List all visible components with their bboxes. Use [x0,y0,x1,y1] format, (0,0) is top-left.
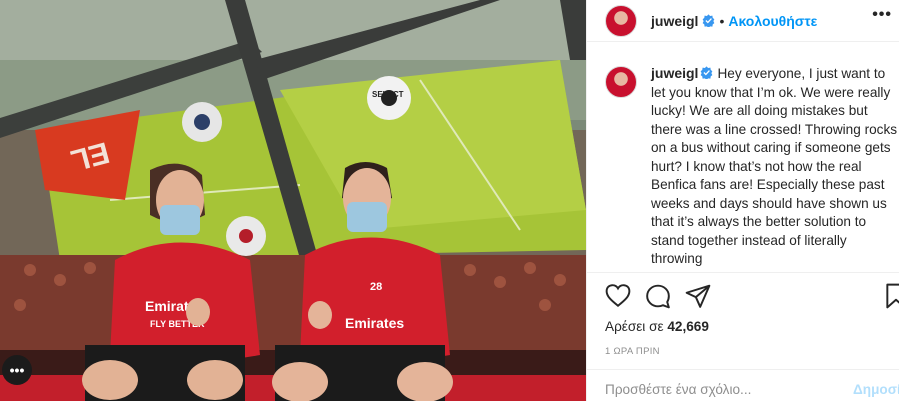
divider [587,272,899,273]
more-dots-icon: ••• [9,362,25,378]
header-separator: • [719,12,725,29]
verified-badge-icon [701,66,713,79]
football-1 [182,102,222,142]
heart-icon[interactable] [605,283,631,309]
verified-badge-icon [703,14,715,27]
divider [587,369,899,370]
post-timestamp[interactable]: 1 ΩΡΑ ΠΡΙΝ [605,346,660,357]
photo-illustration: EL SELECT Emirates FLY BETTER Emirates 2… [0,0,586,401]
ball-text: SELECT [372,90,404,99]
football-2: SELECT [367,76,411,120]
photo-more-button[interactable]: ••• [2,355,32,385]
bookmark-icon[interactable] [885,283,899,309]
follow-button[interactable]: Ακολουθήστε [728,13,817,29]
post-photo[interactable]: EL SELECT Emirates FLY BETTER Emirates 2… [0,0,586,401]
likes-prefix: Αρέσει σε [605,319,668,334]
likes-count[interactable]: Αρέσει σε 42,669 [605,319,709,334]
caption-avatar[interactable] [605,66,637,98]
sponsor-right: Emirates [345,315,404,331]
caption: juweigl Hey everyone, I just want to let… [605,64,899,269]
caption-username[interactable]: juweigl [651,65,698,81]
share-icon[interactable] [685,283,711,309]
avatar[interactable] [605,4,637,37]
header-username[interactable]: juweigl [651,13,698,29]
post-header: juweigl • Ακολουθήστε ••• [587,0,899,42]
more-options-icon[interactable]: ••• [872,6,892,24]
post-comment-button[interactable]: Δημοσίευση [853,382,899,397]
post-details-panel: juweigl • Ακολουθήστε ••• juweigl Hey ev… [586,0,899,401]
action-bar [605,283,725,309]
caption-text: Hey everyone, I just want to let you kno… [651,66,898,266]
football-3 [226,216,266,256]
comment-input[interactable] [605,382,825,397]
comment-icon[interactable] [645,283,671,309]
likes-number: 42,669 [667,319,709,334]
player-number: 28 [370,281,382,293]
caption-body: juweigl Hey everyone, I just want to let… [651,64,899,269]
